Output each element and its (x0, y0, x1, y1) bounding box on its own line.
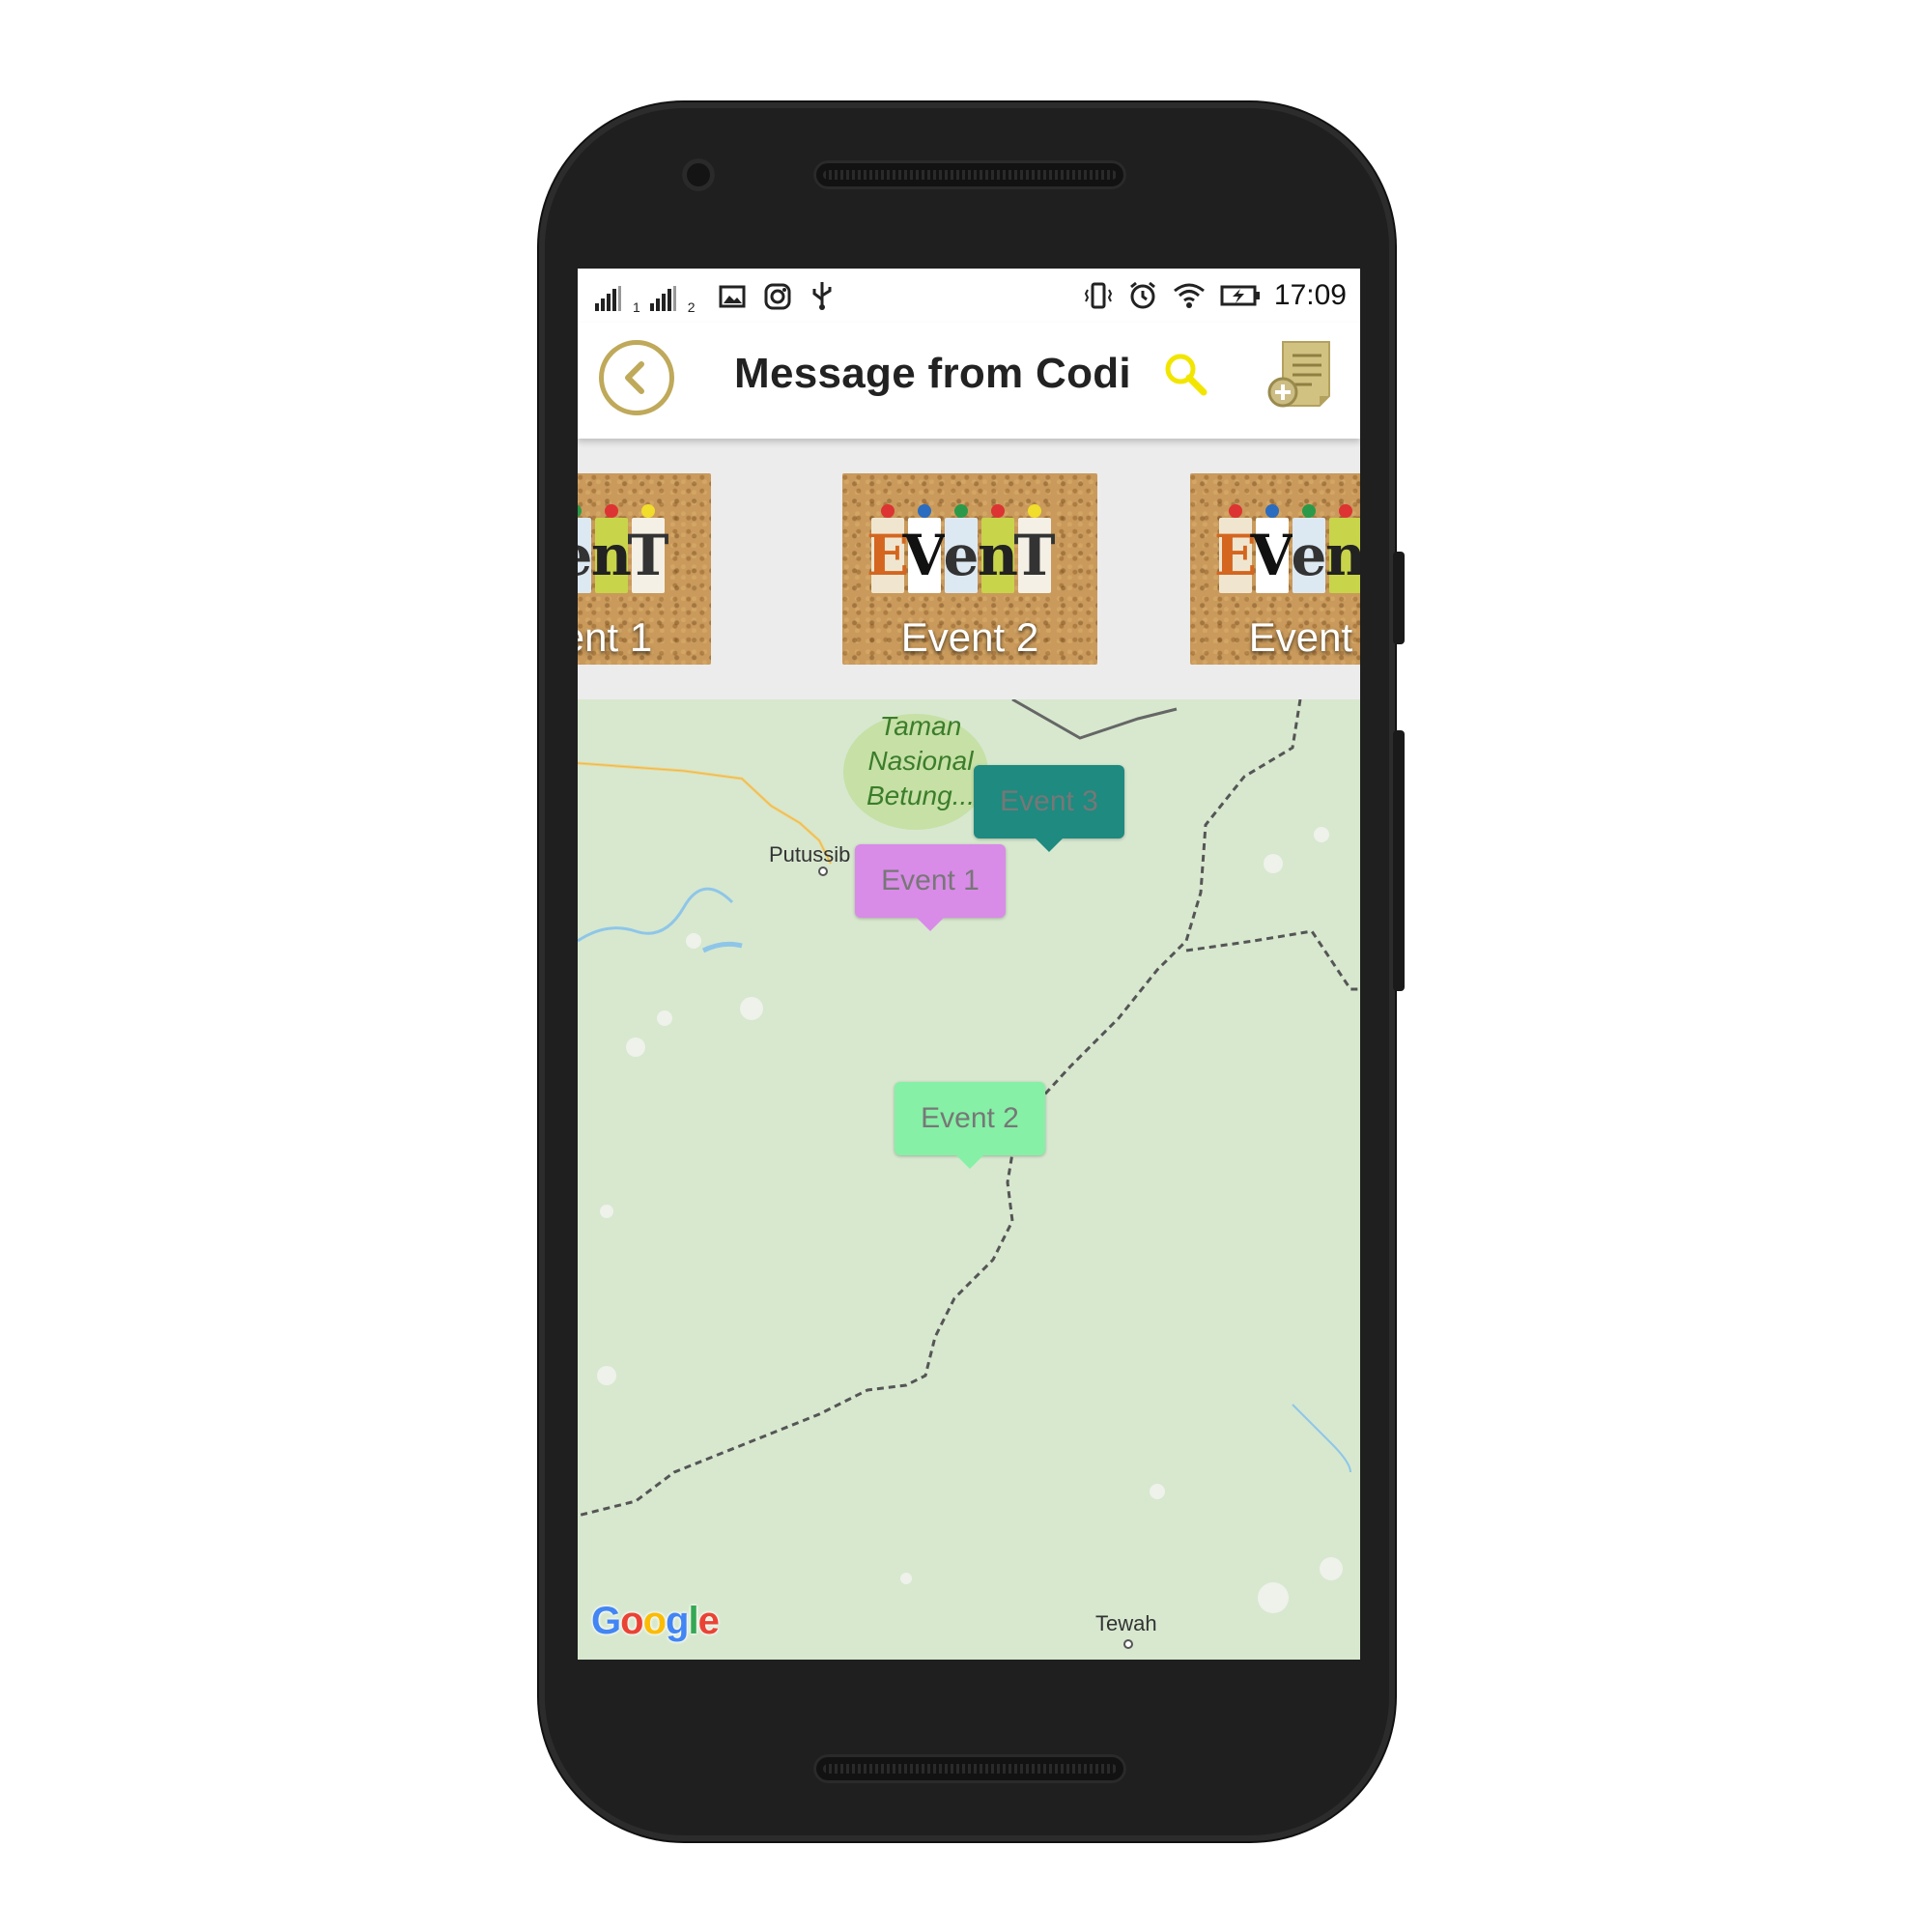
event-card-label: Event 2 (900, 614, 1039, 660)
event-card[interactable]: E V e n T Event 3 (1190, 473, 1360, 665)
status-left: 1 2 (595, 280, 835, 315)
back-arrow-icon (625, 361, 644, 394)
search-icon (1165, 354, 1208, 396)
event-carousel: E V e n T Event 1 E V e n T Event 2 (578, 439, 1360, 699)
back-button[interactable] (599, 340, 674, 415)
map-marker-event-3[interactable]: Event 3 (974, 765, 1124, 852)
power-button (1393, 552, 1405, 644)
top-speaker (813, 160, 1126, 189)
alarm-icon (1129, 281, 1155, 309)
battery-charging-icon (1220, 285, 1260, 306)
event-card-label: Event 3 (1248, 614, 1360, 660)
page-title: Message from Codi (734, 350, 1131, 397)
search-button[interactable] (1159, 348, 1213, 402)
front-camera (682, 158, 715, 191)
vibrate-icon (1084, 282, 1113, 309)
park-label-line1: Taman (879, 711, 962, 741)
add-document-button[interactable] (1265, 336, 1339, 413)
phone-frame: 1 2 17:09 Message from Codi n T nt 1 E V… (539, 102, 1405, 1841)
map-view[interactable]: Taman Nasional Betung... Putussib Tewah … (578, 699, 1360, 1660)
event-card[interactable]: E V e n T Event 1 (578, 473, 711, 665)
place-label-putussibau: Putussib (769, 842, 851, 867)
volume-button (1393, 730, 1405, 991)
gallery-icon (719, 285, 746, 308)
event-card[interactable]: E V e n T Event 2 (842, 473, 1097, 665)
event-card-label: Event 1 (578, 614, 653, 660)
wifi-icon (1173, 283, 1205, 308)
sim1-label: 1 (633, 299, 640, 315)
event-letters: E V e n T (1214, 504, 1360, 593)
marker-label: Event 2 (921, 1102, 1019, 1134)
place-label-tewah: Tewah (1095, 1611, 1157, 1635)
screen: 1 2 17:09 Message from Codi n T nt 1 E V… (578, 269, 1360, 1660)
signal-icon (649, 286, 676, 311)
usb-icon (812, 282, 832, 310)
event-letters: E V e n T (578, 504, 669, 593)
map-marker-event-1[interactable]: Event 1 (855, 844, 1006, 931)
status-bar: 1 2 17:09 (578, 269, 1360, 323)
marker-label: Event 3 (1000, 785, 1098, 817)
event-letters: E V e n T (867, 504, 1056, 593)
add-document-icon (1267, 341, 1330, 408)
bottom-speaker (813, 1754, 1126, 1783)
status-right: 17:09 (1083, 276, 1347, 315)
marker-label: Event 1 (881, 865, 980, 896)
google-logo: Google (591, 1600, 720, 1642)
map-marker-event-2[interactable]: Event 2 (895, 1082, 1045, 1169)
status-time: 17:09 (1273, 279, 1347, 311)
instagram-icon (764, 283, 791, 310)
signal-icon (595, 286, 621, 311)
sim2-label: 2 (687, 299, 696, 315)
app-bar: Message from Codi (578, 323, 1360, 439)
